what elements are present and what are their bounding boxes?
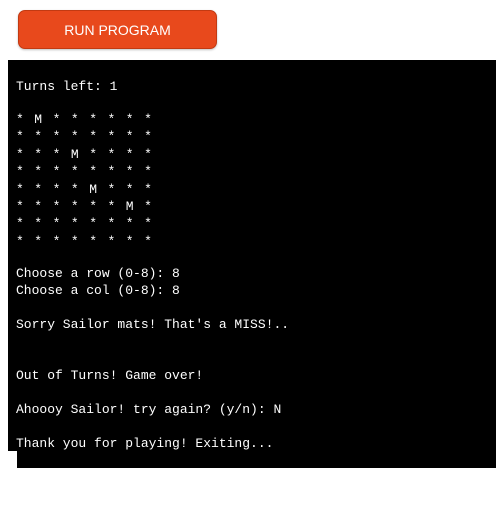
board-cell-miss: M: [125, 199, 134, 214]
board-cell: *: [125, 129, 134, 145]
page: RUN PROGRAM Turns left: 1 * M * * * * * * * * * * * *…: [0, 0, 496, 526]
board-cell: *: [144, 112, 152, 127]
board-cell: *: [16, 199, 24, 214]
board-cell: *: [107, 112, 116, 127]
board-cell: *: [89, 112, 97, 127]
board-cell: *: [107, 199, 116, 214]
board-cell: *: [125, 146, 134, 162]
board-cell: *: [34, 129, 43, 145]
board-cell: *: [70, 216, 79, 232]
board-cell: *: [52, 216, 61, 232]
miss-message: Sorry Sailor mats! That's a MISS!..: [16, 317, 290, 332]
board-cell: *: [34, 181, 43, 197]
board-cell: *: [16, 112, 24, 127]
board-cell: *: [70, 233, 79, 249]
board-cell: *: [52, 233, 61, 249]
board-cell: *: [144, 181, 152, 197]
board-cell: *: [34, 199, 43, 214]
board-cell: *: [34, 233, 43, 249]
board-cell: *: [107, 181, 116, 197]
board-cell: *: [144, 164, 152, 180]
board-cell-miss: M: [70, 146, 79, 162]
board-cell: *: [16, 216, 24, 232]
terminal-output[interactable]: Turns left: 1 * M * * * * * * * * * * * * * * * * * M * * * * * *…: [8, 60, 496, 451]
board-cell: *: [70, 181, 79, 197]
terminal-scroll-area: [17, 450, 496, 468]
board-cell: *: [107, 233, 116, 249]
board-cell: *: [52, 112, 61, 127]
board-cell: *: [89, 199, 97, 214]
board-cell: *: [125, 112, 134, 127]
board-cell: *: [34, 216, 43, 232]
board-cell: *: [125, 181, 134, 197]
board-cell: *: [144, 146, 152, 162]
board-cell: *: [89, 216, 97, 232]
game-over-message: Out of Turns! Game over!: [16, 368, 204, 383]
board-cell: *: [16, 181, 24, 197]
board-cell: *: [125, 164, 134, 180]
board-cell: *: [52, 181, 61, 197]
turns-left-text: Turns left: 1: [16, 79, 118, 94]
board-cell: *: [70, 129, 79, 145]
board-cell: *: [144, 233, 152, 249]
board-cell: *: [16, 164, 24, 180]
board-cell: *: [125, 233, 134, 249]
board-cell: *: [34, 146, 43, 162]
board-cell: *: [107, 216, 116, 232]
board-cell: *: [16, 233, 24, 249]
board-cell: *: [70, 112, 79, 127]
row-prompt: Choose a row (0-8): 8: [16, 266, 180, 281]
board-cell: *: [52, 199, 61, 214]
board-cell: *: [144, 216, 152, 232]
board-cell: *: [144, 199, 152, 214]
exit-message: Thank you for playing! Exiting...: [16, 436, 274, 451]
board-cell: *: [52, 146, 61, 162]
board-cell-miss: M: [89, 181, 97, 197]
col-prompt: Choose a col (0-8): 8: [16, 283, 180, 298]
board-cell: *: [16, 129, 24, 145]
board-cell: *: [144, 129, 152, 145]
try-again-prompt: Ahoooy Sailor! try again? (y/n): N: [16, 402, 282, 417]
board-cell: *: [16, 146, 24, 162]
board-cell-miss: M: [34, 112, 43, 127]
board-cell: *: [89, 129, 97, 145]
board-cell: *: [89, 146, 97, 162]
board-cell: *: [70, 199, 79, 214]
run-program-button[interactable]: RUN PROGRAM: [18, 10, 217, 49]
board-cell: *: [52, 164, 61, 180]
board-cell: *: [89, 233, 97, 249]
board-cell: *: [125, 216, 134, 232]
board-cell: *: [52, 129, 61, 145]
board-cell: *: [107, 146, 116, 162]
board-cell: *: [70, 164, 79, 180]
board-cell: *: [34, 164, 43, 180]
board-cell: *: [107, 164, 116, 180]
board-cell: *: [107, 129, 116, 145]
board-cell: *: [89, 164, 97, 180]
